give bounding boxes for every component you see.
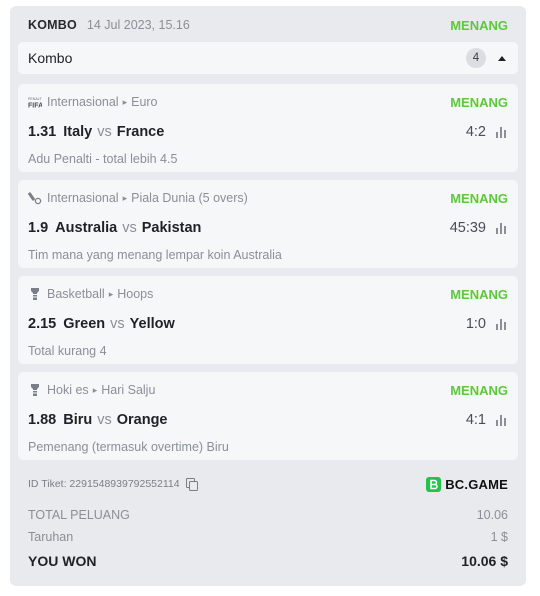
match-score: 45:39 <box>449 220 486 236</box>
bet-status-badge: MENANG <box>450 190 508 206</box>
away-team: Orange <box>116 412 168 428</box>
vs-label: vs <box>122 220 137 236</box>
won-row: YOU WON 10.06 $ <box>28 552 508 570</box>
bet-market: Tim mana yang menang lempar koin Austral… <box>28 248 282 262</box>
match-score: 1:0 <box>465 316 486 332</box>
bet-card: Hoki es ▸ Hari Salju MENANG 1.88 Biru vs… <box>18 372 518 460</box>
league-name: Euro <box>131 95 158 109</box>
bc-game-logo-icon <box>426 476 442 492</box>
total-odds-row: TOTAL PELUANG 10.06 <box>28 506 508 524</box>
bet-market: Adu Penalti - total lebih 4.5 <box>28 152 178 166</box>
bet-odd: 1.88 <box>28 412 57 428</box>
ice-hockey-icon <box>28 383 42 397</box>
match-score: 4:2 <box>465 124 486 140</box>
stake-row: Taruhan 1 $ <box>28 528 508 546</box>
breadcrumb-arrow-icon: ▸ <box>108 288 114 299</box>
bet-card: Basketball ▸ Hoops MENANG 2.15 Green vs … <box>18 276 518 364</box>
stats-icon[interactable] <box>496 126 508 138</box>
bet-odd: 2.15 <box>28 316 57 332</box>
match-row: 1.9 Australia vs Pakistan 45:39 <box>28 218 508 238</box>
bet-market: Pemenang (termasuk overtime) Biru <box>28 440 229 454</box>
away-team: Pakistan <box>141 220 202 236</box>
brand-logo: BC.GAME <box>426 476 508 492</box>
vs-label: vs <box>110 316 125 332</box>
chevron-up-icon[interactable] <box>498 55 506 61</box>
bet-card-header: Internasional ▸ Piala Dunia (5 overs) ME… <box>28 190 508 206</box>
bet-card-header: Basketball ▸ Hoops MENANG <box>28 286 508 302</box>
copy-icon[interactable] <box>185 478 198 491</box>
home-team: Biru <box>63 412 93 428</box>
home-team: Australia <box>55 220 118 236</box>
sport-category: Hoki es <box>47 383 89 397</box>
bet-status-badge: MENANG <box>450 382 508 398</box>
match-row: 1.88 Biru vs Orange 4:1 <box>28 410 508 430</box>
svg-text:PENALTY: PENALTY <box>28 97 42 101</box>
match-score: 4:1 <box>465 412 486 428</box>
vs-label: vs <box>97 124 112 140</box>
bet-status-badge: MENANG <box>450 94 508 110</box>
fifa-penalty-icon: PENALTY FIFA <box>28 95 42 109</box>
sport-category: Internasional <box>47 191 119 205</box>
cricket-icon <box>28 191 42 205</box>
bet-card-header: PENALTY FIFA Internasional ▸ Euro MENANG <box>28 94 508 110</box>
ticket-id: ID Tiket: 2291548939792552114 <box>28 478 180 490</box>
match-row: 2.15 Green vs Yellow 1:0 <box>28 314 508 334</box>
ticket-header: KOMBO 14 Jul 2023, 15.16 MENANG <box>28 16 508 34</box>
bet-type-label: KOMBO <box>28 18 77 32</box>
ticket-status-badge: MENANG <box>450 17 508 33</box>
home-team: Green <box>63 316 106 332</box>
svg-text:FIFA: FIFA <box>28 103 42 110</box>
away-team: Yellow <box>129 316 175 332</box>
breadcrumb-arrow-icon: ▸ <box>92 384 98 395</box>
bet-odd: 1.9 <box>28 220 49 236</box>
ticket-id-row: ID Tiket: 2291548939792552114 BC.GAME <box>28 474 508 494</box>
stats-icon[interactable] <box>496 222 508 234</box>
bet-card: PENALTYFIFA Internasional ▸ Euro MENANG … <box>18 84 518 172</box>
away-team: France <box>116 124 165 140</box>
league-name: Hoops <box>117 287 154 301</box>
league-name: Hari Salju <box>101 383 156 397</box>
bet-card-header: Hoki es ▸ Hari Salju MENANG <box>28 382 508 398</box>
total-odds-label: TOTAL PELUANG <box>28 508 130 522</box>
bet-odd: 1.31 <box>28 124 57 140</box>
league-name: Piala Dunia (5 overs) <box>131 191 248 205</box>
sport-category: Internasional <box>47 95 119 109</box>
combo-toggle[interactable]: Kombo 4 <box>18 42 518 74</box>
total-odds-value: 10.06 <box>476 508 508 522</box>
home-team: Italy <box>63 124 93 140</box>
bet-market: Total kurang 4 <box>28 344 107 358</box>
bet-datetime: 14 Jul 2023, 15.16 <box>86 18 190 32</box>
combo-count-badge: 4 <box>466 48 486 68</box>
match-row: 1.31 Italy vs France 4:2 <box>28 122 508 142</box>
won-label: YOU WON <box>28 553 97 569</box>
combo-label: Kombo <box>28 50 73 66</box>
bet-status-badge: MENANG <box>450 286 508 302</box>
stats-icon[interactable] <box>496 318 508 330</box>
basketball-icon <box>28 287 42 301</box>
breadcrumb-arrow-icon: ▸ <box>122 192 128 203</box>
bet-card: Internasional ▸ Piala Dunia (5 overs) ME… <box>18 180 518 268</box>
stats-icon[interactable] <box>496 414 508 426</box>
breadcrumb-arrow-icon: ▸ <box>122 96 128 107</box>
sport-category: Basketball <box>47 287 105 301</box>
stake-label: Taruhan <box>28 530 74 544</box>
stake-value: 1 $ <box>490 530 508 544</box>
brand-name: BC.GAME <box>445 476 508 492</box>
vs-label: vs <box>97 412 112 428</box>
won-value: 10.06 $ <box>461 553 508 569</box>
bet-ticket: KOMBO 14 Jul 2023, 15.16 MENANG Kombo 4 … <box>10 6 526 586</box>
